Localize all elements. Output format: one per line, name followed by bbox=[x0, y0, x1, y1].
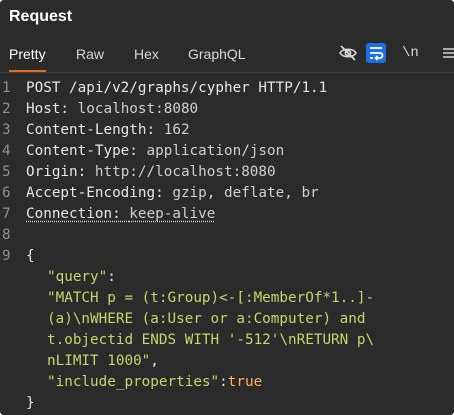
header-name: Accept-Encoding: bbox=[26, 185, 164, 201]
json-string-line: "MATCH p = (t:Group)<-[:MemberOf*1..]- bbox=[47, 290, 375, 306]
header-line: Host: localhost:8080 bbox=[26, 101, 198, 117]
json-string-line: t.objectid ENDS WITH '-512'\nRETURN p\ bbox=[47, 332, 375, 348]
header-name: Content-Type: bbox=[26, 143, 138, 159]
json-close-brace: } bbox=[26, 395, 35, 411]
json-key: "include_properties" bbox=[47, 374, 220, 390]
json-comma: , bbox=[150, 353, 159, 369]
tab-pretty[interactable]: Pretty bbox=[9, 34, 46, 72]
header-value: http://localhost:8080 bbox=[94, 164, 276, 180]
request-panel: Request Pretty Raw Hex GraphQL \n 1 2 3 … bbox=[0, 0, 454, 415]
header-name: Origin: bbox=[26, 164, 87, 180]
tab-hex[interactable]: Hex bbox=[134, 34, 159, 72]
line-number: 4 bbox=[2, 143, 11, 159]
line-number: 7 bbox=[2, 206, 11, 222]
json-key: "query" bbox=[47, 269, 108, 285]
header-name: Content-Length: bbox=[26, 122, 156, 138]
line-number: 5 bbox=[2, 164, 11, 180]
json-string-end-line: nLIMIT 1000", bbox=[47, 353, 159, 369]
header-line: Connection: keep-alive bbox=[26, 206, 215, 222]
panel-title: Request bbox=[0, 0, 454, 34]
header-name: Connection: bbox=[26, 206, 121, 222]
message-editor[interactable]: 1 2 3 4 5 6 7 8 9 POST /api/v2/graphs/cy… bbox=[0, 74, 454, 415]
json-colon: : bbox=[219, 374, 228, 390]
line-number: 6 bbox=[2, 185, 11, 201]
header-line: Content-Type: application/json bbox=[26, 143, 284, 159]
header-value: keep-alive bbox=[129, 206, 216, 222]
json-string: nLIMIT 1000" bbox=[47, 353, 151, 369]
eye-off-icon[interactable] bbox=[338, 43, 358, 63]
line-number: 3 bbox=[2, 122, 11, 138]
json-query-key-line: "query": bbox=[47, 269, 116, 285]
json-open-brace: { bbox=[26, 248, 35, 264]
json-string-line: (a)\nWHERE (a:User or a:Computer) and bbox=[47, 311, 366, 327]
header-name: Host: bbox=[26, 101, 70, 117]
header-line: Content-Length: 162 bbox=[26, 122, 190, 138]
hamburger-menu-icon[interactable] bbox=[442, 43, 454, 63]
json-boolean: true bbox=[227, 374, 263, 390]
tab-raw[interactable]: Raw bbox=[76, 34, 104, 72]
line-number: 1 bbox=[2, 80, 11, 96]
header-line: Accept-Encoding: gzip, deflate, br bbox=[26, 185, 319, 201]
tab-graphql[interactable]: GraphQL bbox=[188, 34, 246, 72]
view-tabs: Pretty Raw Hex GraphQL \n bbox=[0, 34, 454, 73]
json-include-line: "include_properties":true bbox=[47, 374, 262, 390]
header-value: gzip, deflate, br bbox=[172, 185, 319, 201]
header-line: Origin: http://localhost:8080 bbox=[26, 164, 276, 180]
json-colon: : bbox=[107, 269, 116, 285]
word-wrap-icon[interactable] bbox=[366, 43, 386, 63]
request-line: POST /api/v2/graphs/cypher HTTP/1.1 bbox=[26, 80, 328, 96]
header-value: localhost:8080 bbox=[77, 101, 199, 117]
header-value: 162 bbox=[163, 122, 190, 138]
line-number: 2 bbox=[2, 101, 11, 117]
header-value: application/json bbox=[146, 143, 285, 159]
newline-toggle-button[interactable]: \n bbox=[402, 43, 424, 63]
line-number: 8 bbox=[2, 227, 11, 243]
line-number: 9 bbox=[2, 248, 11, 264]
